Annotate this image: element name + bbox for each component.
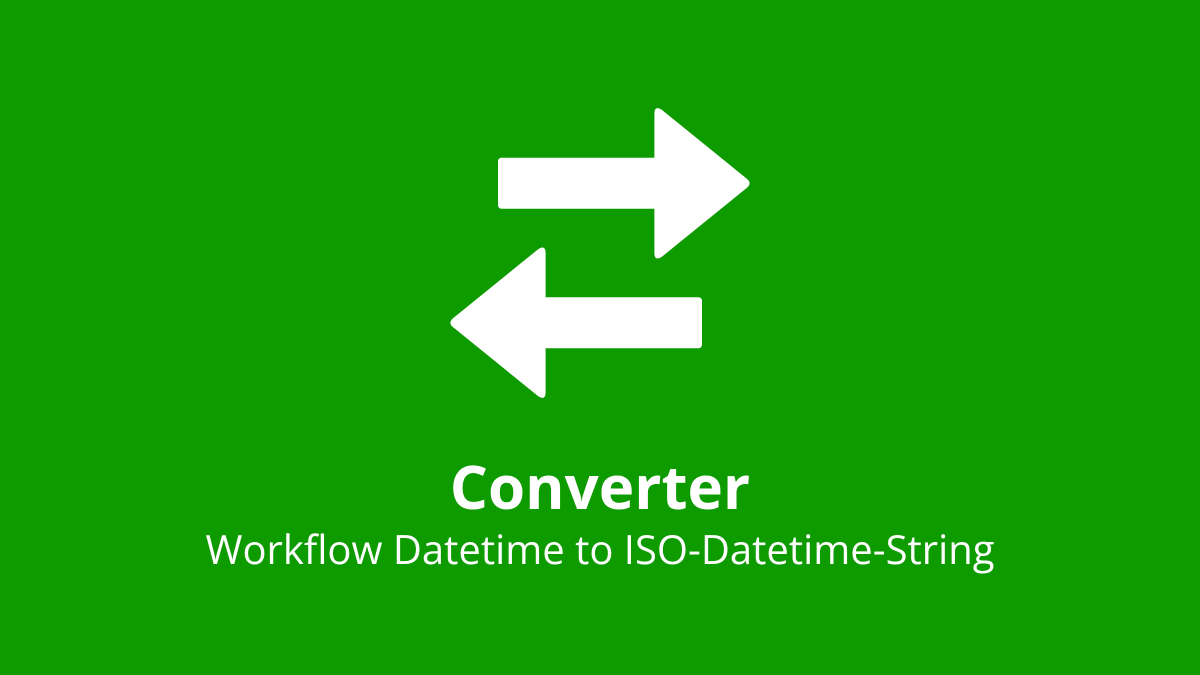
exchange-arrows-icon <box>430 83 770 423</box>
card-subtitle: Workflow Datetime to ISO-Datetime-String <box>206 525 995 573</box>
card-title: Converter <box>450 453 750 519</box>
